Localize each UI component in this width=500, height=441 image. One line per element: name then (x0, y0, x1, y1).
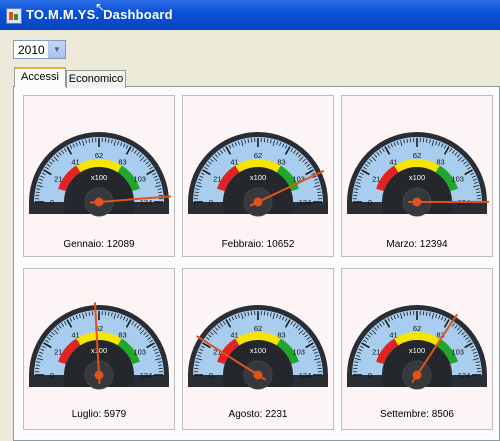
gauge-multiplier: x100 (91, 173, 107, 182)
gauge-scale-label: 103 (451, 348, 464, 357)
gauge-card-settembre: 0 21 41 62 83 103 124 x100 Settembre: 8506 (341, 268, 493, 430)
gauge-scale-label: 41 (389, 330, 397, 339)
gauge-scale-label: 21 (54, 175, 62, 184)
gauge-marzo: 021416283103124x100 (347, 132, 489, 217)
gauge-card-luglio: 0 21 41 62 83 103 124 x100 Luglio: 5979 (23, 268, 175, 430)
gauge-scale-label: 0 (209, 371, 213, 380)
gauge-card-gennaio: 0 21 41 62 83 103 124 x100 Gennaio: 12089 (23, 95, 175, 257)
gauge-multiplier: x100 (409, 173, 425, 182)
gauge-gennaio: 021416283103124x100 (29, 132, 171, 217)
gauge-scale-label: 83 (436, 157, 444, 166)
gauge-settembre: 021416283103124x100 (347, 305, 487, 390)
year-select[interactable]: 2010 ▼ (13, 40, 66, 59)
gauge-agosto: 021416283103124x100 (188, 305, 328, 390)
gauge-label: Agosto: 2231 (228, 409, 288, 420)
gauge-scale-label: 41 (230, 330, 238, 339)
year-select-value: 2010 (18, 43, 45, 57)
gauge-scale-label: 21 (213, 175, 221, 184)
gauge-scale-label: 83 (118, 157, 126, 166)
gauge-scale-label: 41 (71, 330, 79, 339)
gauge-label: Gennaio: 12089 (63, 239, 135, 250)
gauge-multiplier: x100 (409, 346, 425, 355)
gauge-label: Settembre: 8506 (380, 409, 454, 420)
title-bar: TO.M.M.YS. Dashboard ↖ (0, 0, 500, 30)
tab-accessi[interactable]: Accessi (14, 67, 66, 87)
gauge-needle-cap (412, 197, 422, 207)
gauge-label: Marzo: 12394 (386, 239, 448, 250)
gauge-scale-label: 21 (54, 348, 62, 357)
gauge-multiplier: x100 (250, 173, 266, 182)
gauge-needle-cap (253, 197, 263, 207)
gauge-scale-label: 41 (71, 157, 79, 166)
gauge-scale-label: 21 (372, 348, 380, 357)
gauge-needle-cap (94, 197, 104, 207)
gauge-scale-label: 83 (277, 330, 285, 339)
gauge-scale-label: 103 (133, 348, 146, 357)
gauge-scale-label: 103 (133, 175, 146, 184)
gauge-scale-label: 83 (118, 330, 126, 339)
gauge-card-febbraio: 0 21 41 62 83 103 124 x100 Febbraio: 10652 (182, 95, 334, 257)
gauge-scale-label: 83 (277, 157, 285, 166)
gauge-scale-label: 62 (254, 151, 262, 160)
gauge-card-marzo: 021416283103124x100 Marzo: 12394 (341, 95, 493, 257)
gauge-scale-label: 62 (413, 324, 421, 333)
gauge-scale-label: 124 (299, 371, 312, 380)
gauge-scale-label: 0 (50, 198, 54, 207)
gauge-label: Luglio: 5979 (71, 409, 127, 420)
gauge-scale-label: 124 (458, 371, 471, 380)
gauge-luglio: 021416283103124x100 (29, 302, 169, 390)
gauge-scale-label: 0 (368, 371, 372, 380)
gauge-needle-cap (412, 370, 422, 380)
gauge-scale-label: 124 (299, 198, 312, 207)
app-icon (6, 8, 22, 24)
gauge-scale-label: 41 (389, 157, 397, 166)
gauge-scale-label: 62 (254, 324, 262, 333)
gauge-scale-label: 41 (230, 157, 238, 166)
gauge-needle-cap (94, 370, 104, 380)
gauge-scale-label: 21 (372, 175, 380, 184)
gauge-scale-label: 0 (368, 198, 372, 207)
dropdown-arrow-icon[interactable]: ▼ (48, 41, 65, 58)
gauge-scale-label: 62 (95, 151, 103, 160)
mouse-cursor-icon: ↖ (95, 0, 106, 14)
gauge-needle-cap (253, 370, 263, 380)
gauge-card-agosto: 0 21 41 62 83 103 124 x100 Agosto: 2231 (182, 268, 334, 430)
gauge-multiplier: x100 (250, 346, 266, 355)
tab-economico[interactable]: Economico (66, 70, 126, 88)
gauge-scale-label: 0 (50, 371, 54, 380)
gauge-scale-label: 124 (140, 371, 153, 380)
gauge-label: Febbraio: 10652 (221, 239, 295, 250)
gauge-multiplier: x100 (91, 346, 107, 355)
gauge-scale-label: 62 (413, 151, 421, 160)
gauge-scale-label: 103 (292, 348, 305, 357)
gauge-scale-label: 0 (209, 198, 213, 207)
gauge-scale-label: 103 (451, 175, 464, 184)
gauge-febbraio: 021416283103124x100 (188, 132, 328, 217)
